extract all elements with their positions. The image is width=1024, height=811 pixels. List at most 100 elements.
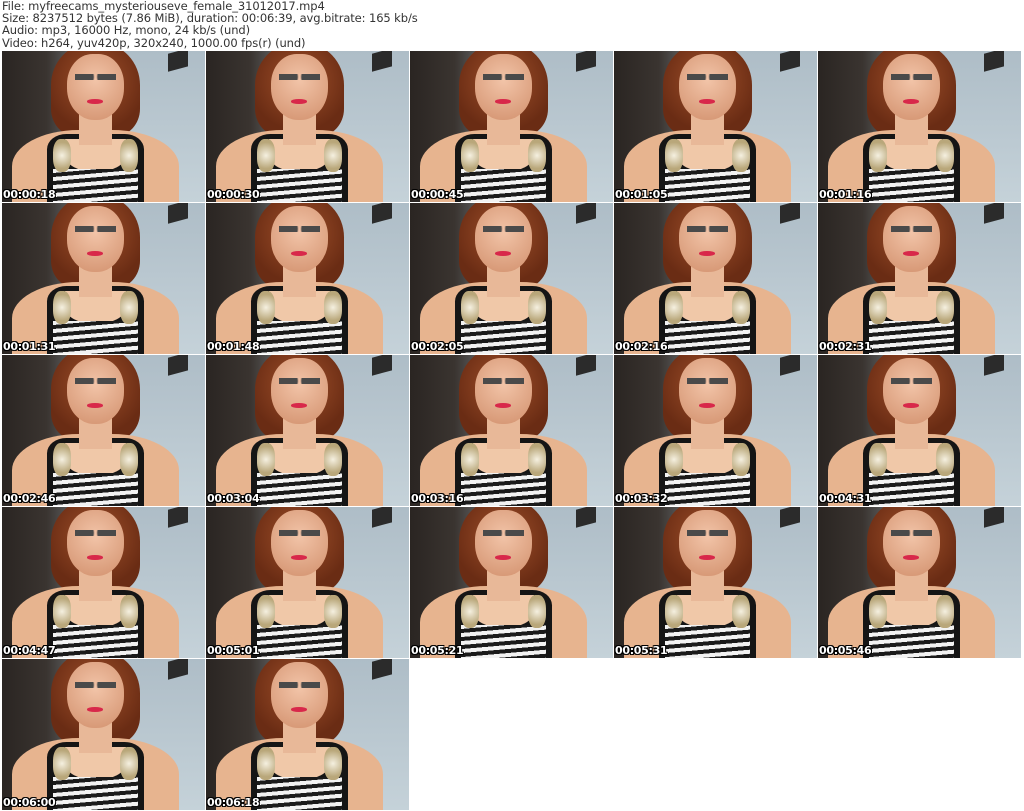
video-frame-thumbnail: 00:06:00 (2, 659, 205, 810)
frame-image-part (935, 594, 954, 628)
frame-image-part (52, 776, 138, 810)
timestamp-label: 00:06:00 (3, 796, 56, 809)
video-frame-thumbnail: 00:03:16 (410, 355, 613, 506)
timestamp-label: 00:00:30 (207, 188, 260, 201)
timestamp-label: 00:01:05 (615, 188, 668, 201)
frame-image-part (270, 206, 328, 273)
frame-image-part (66, 662, 124, 729)
frame-image-part (291, 403, 308, 408)
frame-image-part (474, 54, 532, 121)
file-info-header: File: myfreecams_mysteriouseve_female_31… (2, 0, 418, 49)
frame-image-part (903, 555, 920, 560)
frame-image-part (87, 99, 104, 104)
timestamp-label: 00:01:16 (819, 188, 872, 201)
frame-image-part (460, 472, 546, 506)
frame-image-part (256, 442, 276, 476)
frame-image-part (119, 746, 138, 780)
frame-image-part (256, 746, 276, 780)
frame-image-part (664, 168, 750, 202)
frame-image-part (474, 510, 532, 577)
timestamp-label: 00:02:16 (615, 340, 668, 353)
frame-image-part (52, 472, 138, 506)
frame-image-part (279, 681, 320, 688)
timestamp-label: 00:05:31 (615, 644, 668, 657)
timestamp-label: 00:00:45 (411, 188, 464, 201)
frame-image-part (66, 358, 124, 425)
frame-image-part (868, 168, 954, 202)
timestamp-label: 00:02:31 (819, 340, 872, 353)
frame-image-part (882, 206, 940, 273)
timestamp-label: 00:05:01 (207, 644, 260, 657)
frame-image-part (75, 681, 116, 688)
video-frame-thumbnail: 00:04:47 (2, 507, 205, 658)
frame-image-part (699, 99, 716, 104)
timestamp-label: 00:04:47 (3, 644, 56, 657)
frame-image-part (868, 624, 954, 658)
frame-image-part (460, 138, 480, 172)
video-frame-thumbnail: 00:01:05 (614, 51, 817, 202)
frame-image-part (699, 555, 716, 560)
frame-image-part (731, 442, 750, 476)
frame-image-part (527, 138, 546, 172)
frame-image-part (256, 472, 342, 506)
frame-image-part (868, 442, 888, 476)
timestamp-label: 00:03:32 (615, 492, 668, 505)
video-frame-thumbnail: 00:02:16 (614, 203, 817, 354)
frame-image-part (291, 555, 308, 560)
frame-image-part (75, 377, 116, 384)
timestamp-label: 00:06:18 (207, 796, 260, 809)
frame-image-part (119, 594, 138, 628)
video-frame-thumbnail: 00:01:31 (2, 203, 205, 354)
frame-image-part (687, 225, 728, 232)
timestamp-label: 00:01:31 (3, 340, 56, 353)
frame-image-part (87, 555, 104, 560)
frame-image-part (687, 377, 728, 384)
frame-image-part (868, 472, 954, 506)
video-frame-thumbnail: 00:00:30 (206, 51, 409, 202)
frame-image-part (527, 290, 546, 324)
frame-image-part (495, 99, 512, 104)
video-frame-thumbnail: 00:05:21 (410, 507, 613, 658)
frame-image-part (75, 225, 116, 232)
frame-image-part (882, 54, 940, 121)
frame-image-part (270, 662, 328, 729)
frame-image-part (868, 320, 954, 354)
frame-image-part (483, 377, 524, 384)
frame-image-part (678, 510, 736, 577)
frame-image-part (52, 624, 138, 658)
frame-image-part (868, 290, 888, 324)
frame-image-part (891, 73, 932, 80)
frame-image-part (882, 510, 940, 577)
frame-image-part (119, 290, 138, 324)
frame-image-part (460, 442, 480, 476)
frame-image-part (678, 206, 736, 273)
frame-image-part (256, 594, 276, 628)
timestamp-label: 00:01:48 (207, 340, 260, 353)
frame-image-part (935, 290, 954, 324)
frame-image-part (279, 377, 320, 384)
frame-image-part (664, 320, 750, 354)
video-frame-thumbnail: 00:03:04 (206, 355, 409, 506)
frame-image-part (323, 746, 342, 780)
frame-image-part (460, 624, 546, 658)
timestamp-label: 00:03:04 (207, 492, 260, 505)
frame-image-part (935, 138, 954, 172)
frame-image-part (731, 594, 750, 628)
frame-image-part (52, 168, 138, 202)
frame-image-part (687, 73, 728, 80)
frame-image-part (256, 290, 276, 324)
frame-image-part (460, 290, 480, 324)
frame-image-part (270, 510, 328, 577)
frame-image-part (279, 529, 320, 536)
frame-image-part (279, 73, 320, 80)
frame-image-part (891, 377, 932, 384)
frame-image-part (75, 529, 116, 536)
video-frame-thumbnail: 00:02:05 (410, 203, 613, 354)
timestamp-label: 00:02:46 (3, 492, 56, 505)
frame-image-part (664, 472, 750, 506)
audio-info: Audio: mp3, 16000 Hz, mono, 24 kb/s (und… (2, 23, 250, 38)
video-frame-thumbnail: 00:06:18 (206, 659, 409, 810)
frame-image-part (291, 251, 308, 256)
frame-image-part (66, 54, 124, 121)
frame-image-part (291, 99, 308, 104)
